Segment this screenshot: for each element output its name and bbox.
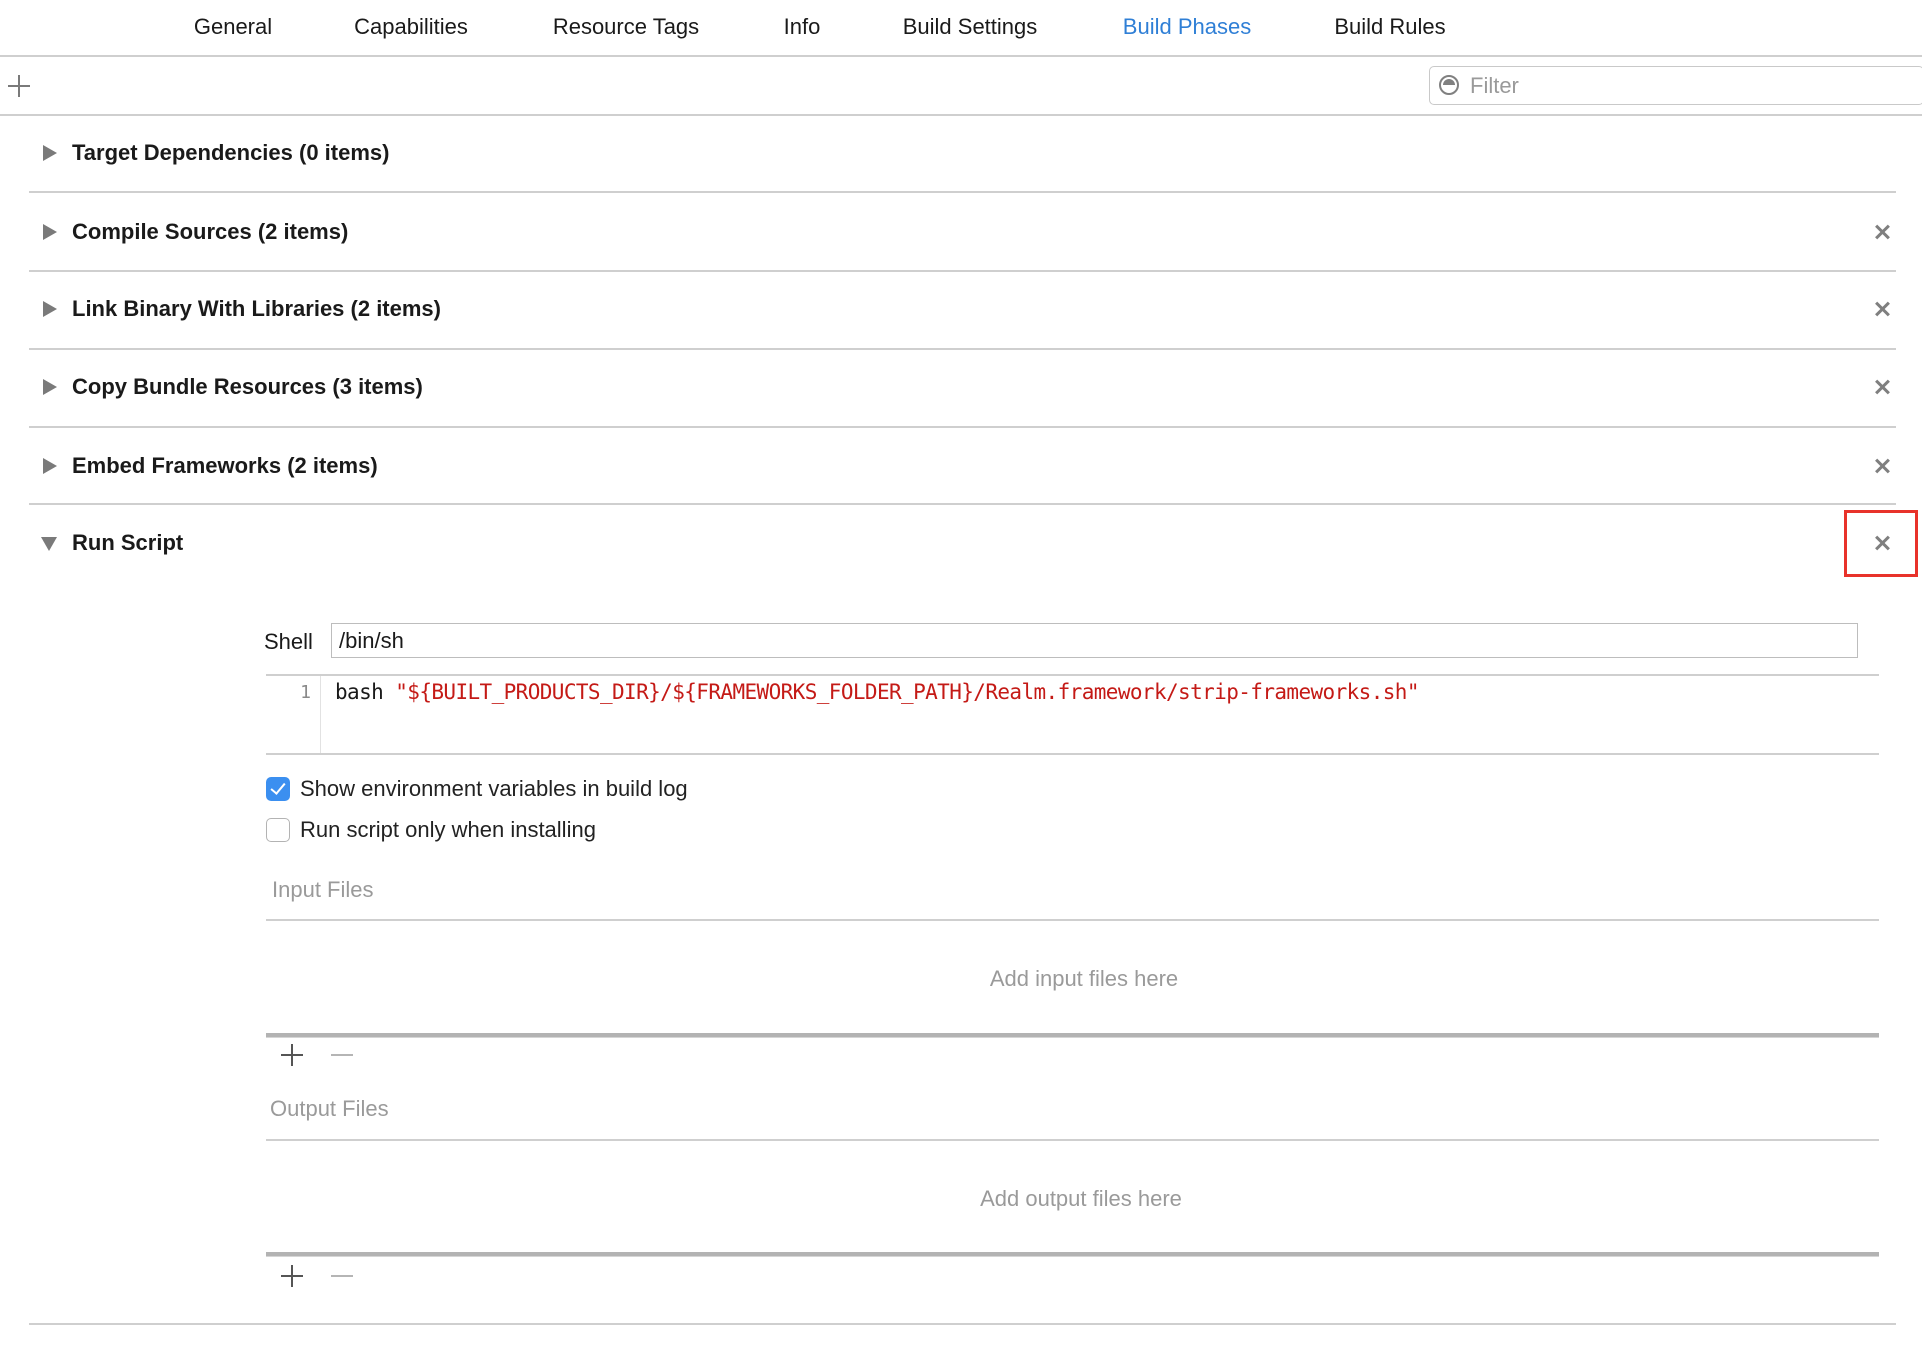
shell-field[interactable] [331,623,1858,658]
add-output-file-icon[interactable] [281,1265,303,1287]
script-string: "${BUILT_PRODUCTS_DIR}/${FRAMEWORKS_FOLD… [395,680,1419,704]
tab-build-settings[interactable]: Build Settings [903,14,1038,40]
show-env-vars-checkbox[interactable] [266,777,290,801]
tab-capabilities[interactable]: Capabilities [354,14,468,40]
line-number-gutter: 1 [266,676,321,753]
delete-phase-icon[interactable] [1871,455,1893,477]
script-editor[interactable]: 1 bash "${BUILT_PRODUCTS_DIR}/${FRAMEWOR… [266,674,1879,755]
phase-title: Link Binary With Libraries (2 items) [72,296,441,321]
phase-title: Embed Frameworks (2 items) [72,453,378,478]
filter-icon [1439,75,1459,95]
disclosure-triangle-expanded-icon[interactable] [41,537,57,551]
output-files-label: Output Files [270,1096,389,1121]
disclosure-triangle-icon[interactable] [43,458,57,474]
highlight-box [1844,510,1918,577]
disclosure-triangle-icon[interactable] [43,145,57,161]
disclosure-triangle-icon[interactable] [43,301,57,317]
phase-divider [29,503,1896,505]
delete-phase-icon[interactable] [1871,221,1893,243]
tab-build-rules[interactable]: Build Rules [1334,14,1445,40]
disclosure-triangle-icon[interactable] [43,379,57,395]
input-files-placeholder: Add input files here [989,966,1179,991]
disclosure-triangle-icon[interactable] [43,224,57,240]
phase-divider [29,426,1896,428]
phase-divider [29,191,1896,193]
script-line: bash "${BUILT_PRODUCTS_DIR}/${FRAMEWORKS… [335,680,1420,704]
phase-title: Target Dependencies (0 items) [72,140,390,165]
remove-input-file-icon[interactable] [331,1044,353,1066]
phase-divider [29,348,1896,350]
delete-phase-icon[interactable] [1871,376,1893,398]
shell-label: Shell [264,629,313,654]
phase-title: Run Script [72,530,184,555]
input-files-top-divider [266,919,1879,921]
tab-info[interactable]: Info [784,14,821,40]
delete-phase-icon[interactable] [1871,298,1893,320]
input-files-bottom-divider [266,1033,1879,1038]
add-build-phase-button[interactable] [8,75,30,97]
phase-title: Compile Sources (2 items) [72,219,349,244]
phase-divider [29,1323,1896,1325]
phase-divider [29,270,1896,272]
tab-bar-divider [0,55,1922,57]
tab-build-phases[interactable]: Build Phases [1123,14,1251,40]
output-files-placeholder: Add output files here [980,1186,1182,1211]
output-files-list[interactable]: Add output files here [266,1142,1879,1252]
show-env-vars-label[interactable]: Show environment variables in build log [300,776,688,802]
filter-input[interactable] [1470,73,1910,99]
remove-output-file-icon[interactable] [331,1265,353,1287]
line-number: 1 [300,682,311,703]
output-files-top-divider [266,1139,1879,1141]
toolbar-divider [0,114,1922,116]
input-files-list[interactable]: Add input files here [266,922,1879,1034]
shell-input[interactable] [339,628,1839,654]
output-files-bottom-divider [266,1252,1879,1257]
run-only-installing-checkbox[interactable] [266,818,290,842]
add-input-file-icon[interactable] [281,1044,303,1066]
input-files-label: Input Files [272,877,374,902]
phase-title: Copy Bundle Resources (3 items) [72,374,423,399]
filter-field[interactable] [1429,66,1922,105]
run-only-installing-label[interactable]: Run script only when installing [300,817,596,843]
script-keyword: bash [335,680,384,704]
tab-resource-tags[interactable]: Resource Tags [553,14,699,40]
tab-general[interactable]: General [194,14,272,40]
